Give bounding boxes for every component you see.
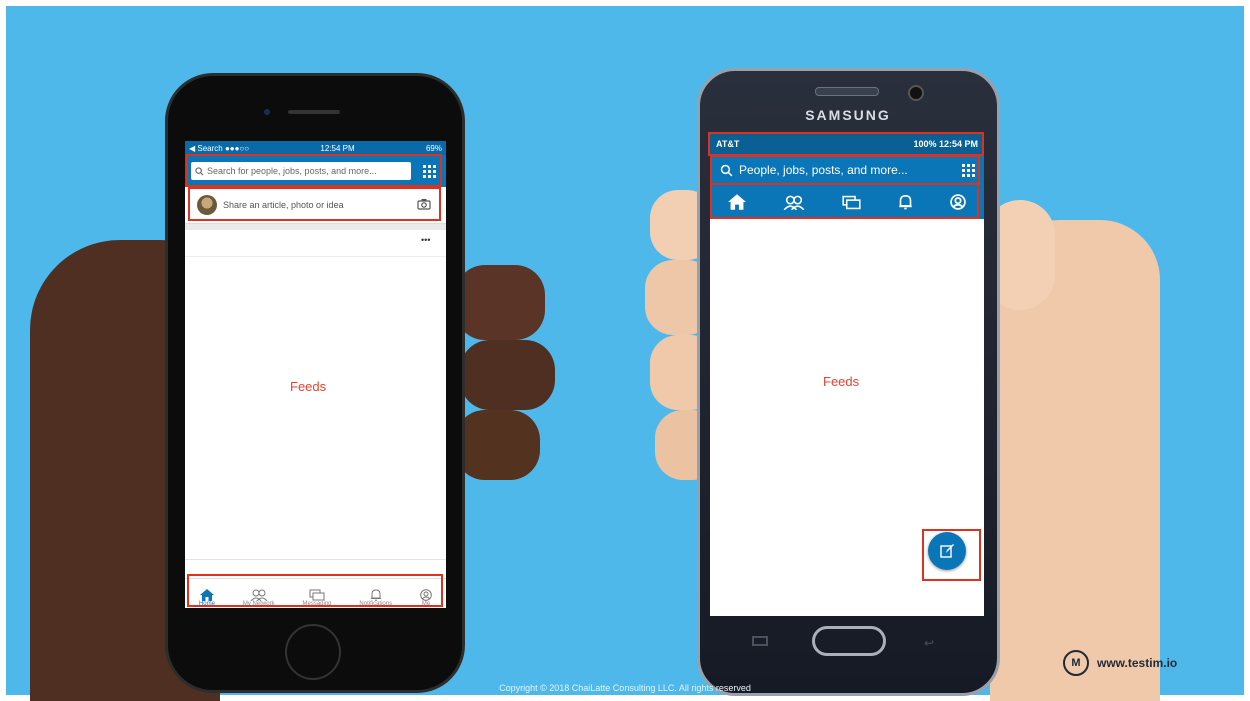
highlight-search <box>186 154 442 187</box>
active-tab-indicator <box>710 219 765 222</box>
left-hand-finger <box>455 410 540 480</box>
feeds-label: Feeds <box>823 374 860 389</box>
status-carrier: ◀ Search ●●●○○ <box>189 143 250 153</box>
testim-brand[interactable]: M www.testim.io <box>1063 650 1177 676</box>
divider <box>185 256 446 257</box>
left-hand-finger <box>460 340 555 410</box>
samsung-logo: SAMSUNG <box>805 107 891 123</box>
left-hand-finger <box>455 265 545 340</box>
highlight-fab <box>922 529 981 581</box>
samsung-speaker <box>815 87 879 96</box>
testim-url: www.testim.io <box>1097 656 1178 670</box>
feeds-label: Feeds <box>290 379 327 394</box>
feed-divider <box>185 224 446 230</box>
highlight-tabbar <box>187 574 443 607</box>
samsung-camera <box>908 85 924 101</box>
copyright: Copyright © 2018 ChaiLatte Consulting LL… <box>499 683 751 693</box>
slide: ◀ Search ●●●○○ 12:54 PM 69% Search for p… <box>0 0 1250 701</box>
iphone-speaker <box>288 110 340 114</box>
iphone-home-button[interactable] <box>285 624 341 680</box>
recent-apps-icon[interactable] <box>752 636 768 646</box>
highlight-tabbar <box>710 183 979 219</box>
iphone-camera <box>264 109 270 115</box>
status-battery: 69% <box>425 143 442 153</box>
divider <box>185 559 446 560</box>
status-time: 12:54 PM <box>320 143 355 153</box>
back-icon[interactable]: ↩ <box>924 636 934 650</box>
testim-logo-icon: M <box>1063 650 1089 676</box>
iphone-status-bar: ◀ Search ●●●○○ 12:54 PM 69% <box>185 141 446 155</box>
highlight-status <box>708 132 984 156</box>
samsung-home-button[interactable] <box>812 626 886 656</box>
highlight-search <box>710 155 980 185</box>
highlight-share <box>188 187 441 221</box>
more-options-icon[interactable]: ••• <box>421 235 430 245</box>
